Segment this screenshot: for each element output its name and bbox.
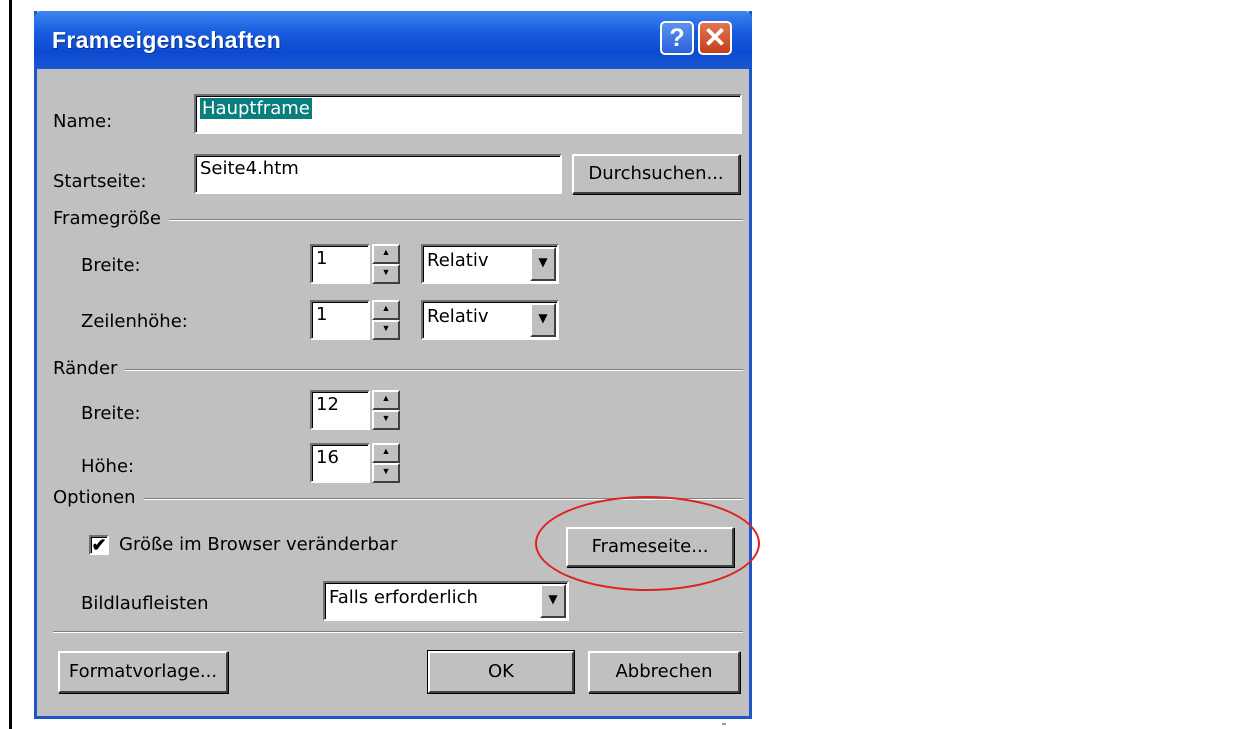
- scrollbars-value: Falls erforderlich: [329, 587, 478, 608]
- margin-width-label: Breite:: [81, 403, 141, 424]
- startseite-label: Startseite:: [53, 171, 147, 192]
- frame-width-input[interactable]: 1: [310, 244, 370, 284]
- spin-down-icon[interactable]: ▼: [372, 320, 400, 340]
- row-height-label: Zeilenhöhe:: [81, 311, 188, 332]
- spin-down-icon[interactable]: ▼: [372, 264, 400, 284]
- row-height-input[interactable]: 1: [310, 300, 370, 340]
- margin-width-stepper[interactable]: ▲ ▼: [372, 390, 400, 430]
- frame-properties-dialog: Frameeigenschaften ? ✕ Name: Hauptframe …: [34, 11, 752, 719]
- margin-width-input[interactable]: 12: [310, 390, 370, 430]
- row-height-unit-select[interactable]: Relativ ▼: [421, 300, 559, 340]
- frame-width-stepper[interactable]: ▲ ▼: [372, 244, 400, 284]
- ok-button[interactable]: OK: [427, 650, 575, 694]
- annotation-ellipse: [535, 496, 760, 591]
- framegroesse-heading: Framegröße: [53, 208, 169, 229]
- startseite-input[interactable]: Seite4.htm: [194, 154, 562, 194]
- row-height-unit-value: Relativ: [427, 306, 489, 327]
- dialog-title: Frameeigenschaften: [52, 27, 282, 53]
- spin-up-icon[interactable]: ▲: [372, 390, 400, 410]
- raender-heading: Ränder: [53, 358, 126, 379]
- optionen-heading: Optionen: [53, 487, 144, 508]
- dropdown-arrow-icon[interactable]: ▼: [530, 247, 556, 281]
- page-left-rule: [9, 0, 12, 729]
- resizable-checkbox[interactable]: ✔: [89, 535, 109, 555]
- check-mark-icon: ✔: [91, 535, 107, 555]
- frame-width-label: Breite:: [81, 255, 141, 276]
- row-height-stepper[interactable]: ▲ ▼: [372, 300, 400, 340]
- spin-up-icon[interactable]: ▲: [372, 300, 400, 320]
- cancel-button[interactable]: Abbrechen: [588, 651, 740, 693]
- frame-width-unit-value: Relativ: [427, 250, 489, 271]
- group-divider: [53, 369, 743, 371]
- format-template-button[interactable]: Formatvorlage...: [58, 651, 228, 693]
- stray-mark: [722, 723, 726, 725]
- close-icon: ✕: [703, 22, 727, 53]
- spin-up-icon[interactable]: ▲: [372, 244, 400, 264]
- name-label: Name:: [53, 111, 113, 132]
- footer-divider: [53, 631, 743, 633]
- name-input[interactable]: Hauptframe: [194, 94, 742, 134]
- spin-up-icon[interactable]: ▲: [372, 443, 400, 463]
- margin-height-label: Höhe:: [81, 456, 135, 477]
- browse-button[interactable]: Durchsuchen...: [572, 154, 740, 194]
- spin-down-icon[interactable]: ▼: [372, 410, 400, 430]
- close-button[interactable]: ✕: [698, 21, 732, 55]
- margin-height-stepper[interactable]: ▲ ▼: [372, 443, 400, 483]
- dropdown-arrow-icon[interactable]: ▼: [540, 584, 566, 618]
- dropdown-arrow-icon[interactable]: ▼: [530, 303, 556, 337]
- help-button[interactable]: ?: [660, 21, 694, 55]
- resizable-label: Größe im Browser veränderbar: [119, 534, 398, 555]
- scrollbars-label: Bildlaufleisten: [81, 593, 209, 614]
- title-bar[interactable]: Frameeigenschaften ? ✕: [34, 11, 752, 69]
- spin-down-icon[interactable]: ▼: [372, 463, 400, 483]
- margin-height-input[interactable]: 16: [310, 443, 370, 483]
- name-value: Hauptframe: [200, 98, 312, 119]
- scrollbars-select[interactable]: Falls erforderlich ▼: [323, 581, 569, 621]
- frame-width-unit-select[interactable]: Relativ ▼: [421, 244, 559, 284]
